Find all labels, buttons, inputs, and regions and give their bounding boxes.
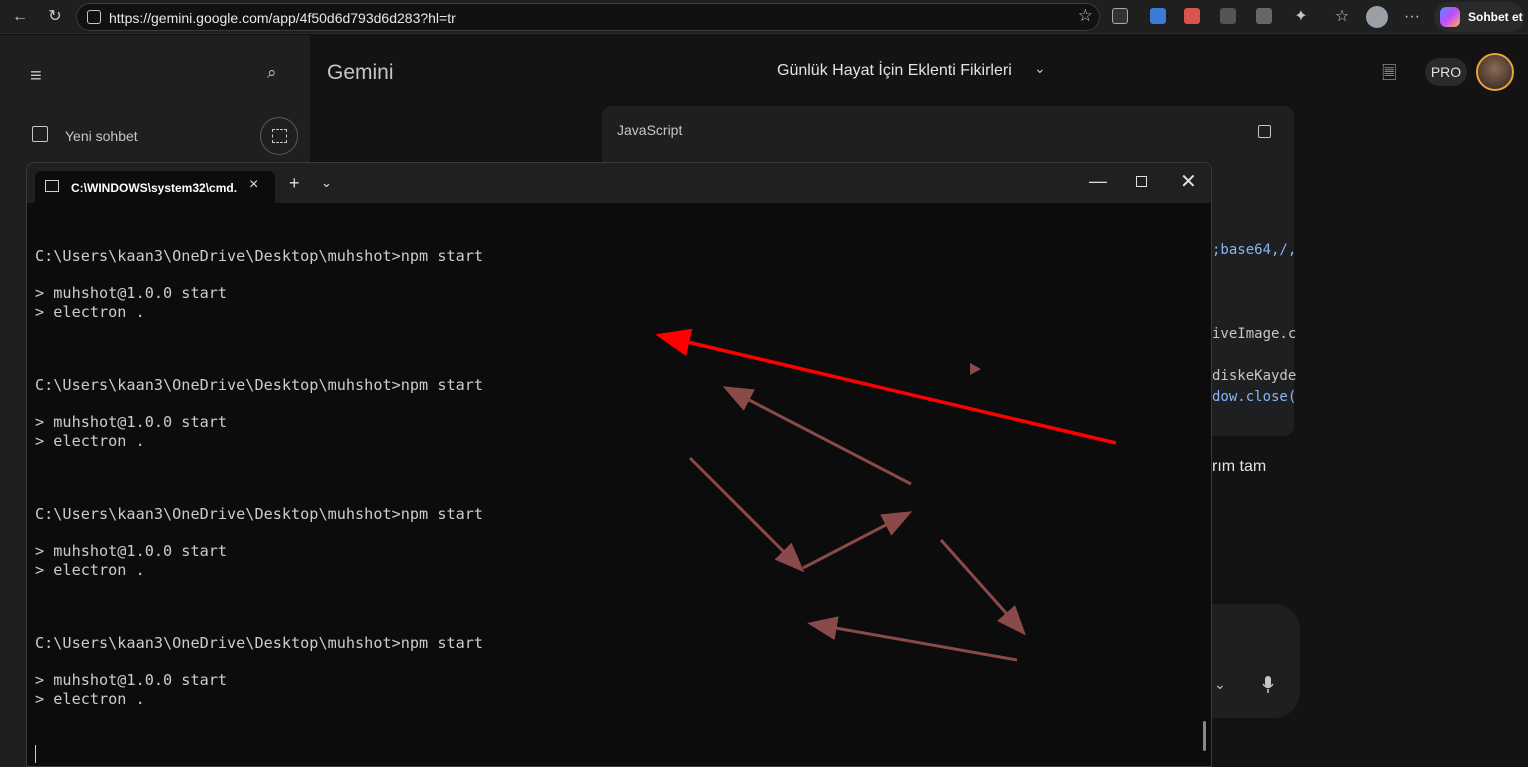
annotation-arrow — [722, 386, 912, 486]
annotation-arrow — [807, 616, 1018, 662]
annotation-arrowhead — [970, 363, 981, 375]
annotation-overlay — [655, 328, 1117, 662]
annotation-arrow — [802, 511, 913, 570]
annotation-arrow — [688, 456, 805, 573]
annotation-arrow — [939, 539, 1026, 636]
